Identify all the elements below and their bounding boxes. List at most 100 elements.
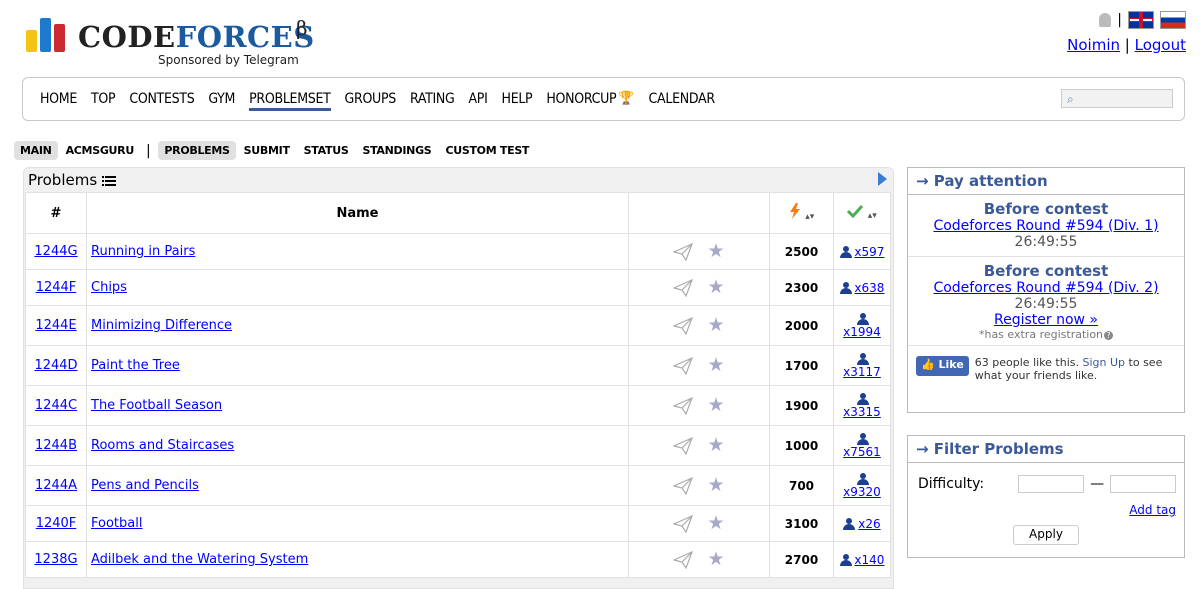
problem-id-cell: 1244B <box>25 425 87 466</box>
problem-name-link[interactable]: Adilbek and the Watering System <box>91 552 308 567</box>
notification-bell-icon[interactable] <box>1099 13 1112 27</box>
problem-id-link[interactable]: 1238G <box>34 552 77 567</box>
table-row: 1244A Pens and Pencils ★ 700 x9320 <box>25 465 891 506</box>
submenu: MAIN ACMSGURU | PROBLEMS SUBMIT STATUS STANDIN… <box>14 141 537 160</box>
favorite-star-icon[interactable]: ★ <box>707 316 724 335</box>
solved-count-link[interactable]: x3117 <box>843 365 881 379</box>
search-input[interactable]: ⌕ <box>1061 89 1173 108</box>
submenu-problems[interactable]: PROBLEMS <box>158 141 236 160</box>
problem-name-cell: Pens and Pencils <box>86 465 629 506</box>
add-tag-link[interactable]: Add tag <box>1129 503 1176 517</box>
problem-id-link[interactable]: 1244E <box>35 318 76 333</box>
sort-icon: ▴▾ <box>805 212 815 222</box>
submenu-standings[interactable]: STANDINGS <box>356 141 437 160</box>
send-plane-icon[interactable] <box>673 514 694 533</box>
send-plane-icon[interactable] <box>673 316 694 335</box>
fb-signup-link[interactable]: Sign Up <box>1083 356 1126 369</box>
send-plane-icon[interactable] <box>673 242 694 261</box>
solved-count-link[interactable]: x26 <box>858 517 880 531</box>
favorite-star-icon[interactable]: ★ <box>707 242 724 261</box>
solved-count-link[interactable]: x140 <box>854 553 884 567</box>
solved-count-link[interactable]: x3315 <box>843 405 881 419</box>
problem-name-link[interactable]: Rooms and Staircases <box>91 438 234 453</box>
contest-link[interactable]: Codeforces Round #594 (Div. 1) <box>933 218 1158 234</box>
problem-name-link[interactable]: The Football Season <box>91 398 222 413</box>
menu-item-honorcup[interactable]: HONORCUP <box>546 91 616 111</box>
favorite-star-icon[interactable]: ★ <box>707 476 724 495</box>
solved-count-link[interactable]: x7561 <box>843 445 881 459</box>
send-plane-icon[interactable] <box>673 476 694 495</box>
user-link[interactable]: Noimin <box>1067 36 1120 54</box>
solved-count-link[interactable]: x9320 <box>843 485 881 499</box>
problem-name-link[interactable]: Pens and Pencils <box>91 478 199 493</box>
solved-count-link[interactable]: x1994 <box>843 325 881 339</box>
problem-name-cell: Running in Pairs <box>86 233 629 270</box>
difficulty-cell: 2000 <box>769 305 834 346</box>
col-solved-header[interactable]: ▴▾ <box>833 192 891 234</box>
difficulty-min-input[interactable] <box>1018 475 1085 493</box>
menu-item-contests[interactable]: CONTESTS <box>129 91 194 111</box>
send-plane-icon[interactable] <box>673 356 694 375</box>
difficulty-cell: 3100 <box>769 505 834 542</box>
favorite-star-icon[interactable]: ★ <box>707 356 724 375</box>
apply-button[interactable]: Apply <box>1013 525 1079 545</box>
col-id-header: # <box>25 192 87 234</box>
register-link[interactable]: Register now » <box>994 312 1098 328</box>
problem-name-link[interactable]: Paint the Tree <box>91 358 180 373</box>
menu-item-help[interactable]: HELP <box>502 91 533 111</box>
menu-item-gym[interactable]: GYM <box>208 91 235 111</box>
table-row: 1244C The Football Season ★ 1900 x3315 <box>25 385 891 426</box>
favorite-star-icon[interactable]: ★ <box>707 278 724 297</box>
favorite-star-icon[interactable]: ★ <box>707 436 724 455</box>
problem-id-link[interactable]: 1244F <box>36 280 77 295</box>
ru-flag-icon[interactable] <box>1160 11 1186 29</box>
logout-link[interactable]: Logout <box>1135 36 1186 54</box>
menu-item-top[interactable]: TOP <box>91 91 116 111</box>
submenu-submit[interactable]: SUBMIT <box>238 141 296 160</box>
problem-id-link[interactable]: 1244G <box>34 244 77 259</box>
menu-item-problemset[interactable]: PROBLEMSET <box>249 91 331 111</box>
send-plane-icon[interactable] <box>673 550 694 569</box>
collapse-arrow-icon[interactable] <box>878 172 887 186</box>
favorite-star-icon[interactable]: ★ <box>707 396 724 415</box>
problem-id-link[interactable]: 1244A <box>35 478 77 493</box>
send-plane-icon[interactable] <box>673 436 694 455</box>
problem-id-cell: 1244C <box>25 385 87 426</box>
menu-item-rating[interactable]: RATING <box>410 91 455 111</box>
countdown-timer: 26:49:55 <box>1014 296 1078 312</box>
submenu-main[interactable]: MAIN <box>14 141 58 160</box>
submenu-custom-test[interactable]: CUSTOM TEST <box>439 141 535 160</box>
menu-item-home[interactable]: HOME <box>40 91 77 111</box>
menu-item-api[interactable]: API <box>468 91 487 111</box>
problem-id-link[interactable]: 1240F <box>36 516 77 531</box>
send-plane-icon[interactable] <box>673 278 694 297</box>
favorite-star-icon[interactable]: ★ <box>707 550 724 569</box>
fb-like-button[interactable]: 👍 Like <box>916 356 969 376</box>
send-plane-icon[interactable] <box>673 396 694 415</box>
codeforces-logo[interactable]: CODEFORCES β Sponsored by Telegram <box>26 12 326 72</box>
difficulty-cell: 2300 <box>769 269 834 306</box>
problem-id-link[interactable]: 1244B <box>35 438 77 453</box>
solved-count-link[interactable]: x597 <box>854 245 884 259</box>
difficulty-lightning-icon <box>789 203 800 219</box>
problem-name-link[interactable]: Chips <box>91 280 127 295</box>
contest-link[interactable]: Codeforces Round #594 (Div. 2) <box>933 280 1158 296</box>
uk-flag-icon[interactable] <box>1128 11 1154 29</box>
difficulty-max-input[interactable] <box>1110 475 1177 493</box>
col-difficulty-header[interactable]: ▴▾ <box>769 192 834 234</box>
menu-item-calendar[interactable]: CALENDAR <box>649 91 716 111</box>
range-dash: — <box>1090 476 1105 492</box>
problem-name-link[interactable]: Minimizing Difference <box>91 318 232 333</box>
help-icon[interactable]: ? <box>1104 331 1114 340</box>
problem-id-link[interactable]: 1244D <box>34 358 77 373</box>
solved-count-link[interactable]: x638 <box>854 281 884 295</box>
problem-id-cell: 1244F <box>25 269 87 306</box>
problem-name-link[interactable]: Football <box>91 516 142 531</box>
submenu-acmsguru[interactable]: ACMSGURU <box>60 141 140 160</box>
submenu-status[interactable]: STATUS <box>298 141 355 160</box>
table-row: 1244D Paint the Tree ★ 1700 x3117 <box>25 345 891 386</box>
problem-id-link[interactable]: 1244C <box>35 398 77 413</box>
menu-item-groups[interactable]: GROUPS <box>345 91 397 111</box>
problem-name-link[interactable]: Running in Pairs <box>91 244 195 259</box>
favorite-star-icon[interactable]: ★ <box>707 514 724 533</box>
